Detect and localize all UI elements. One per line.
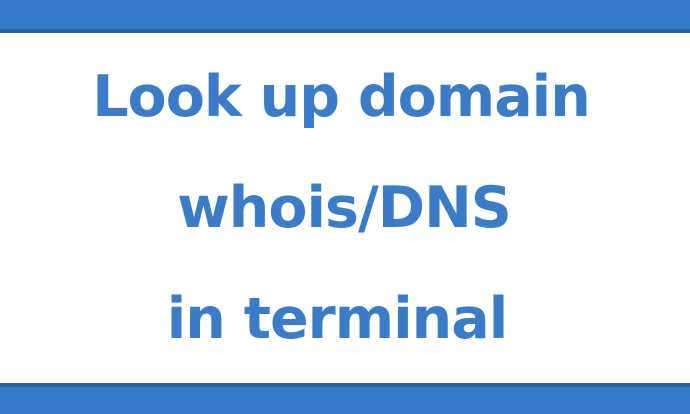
- bottom-banner-bar: [0, 383, 690, 414]
- page-title: Look up domain whois/DNS in terminal: [0, 33, 690, 383]
- title-line: in terminal: [166, 285, 508, 352]
- title-line: Look up domain: [92, 63, 591, 130]
- top-banner-bar: [0, 0, 690, 33]
- title-line: whois/DNS: [177, 174, 512, 241]
